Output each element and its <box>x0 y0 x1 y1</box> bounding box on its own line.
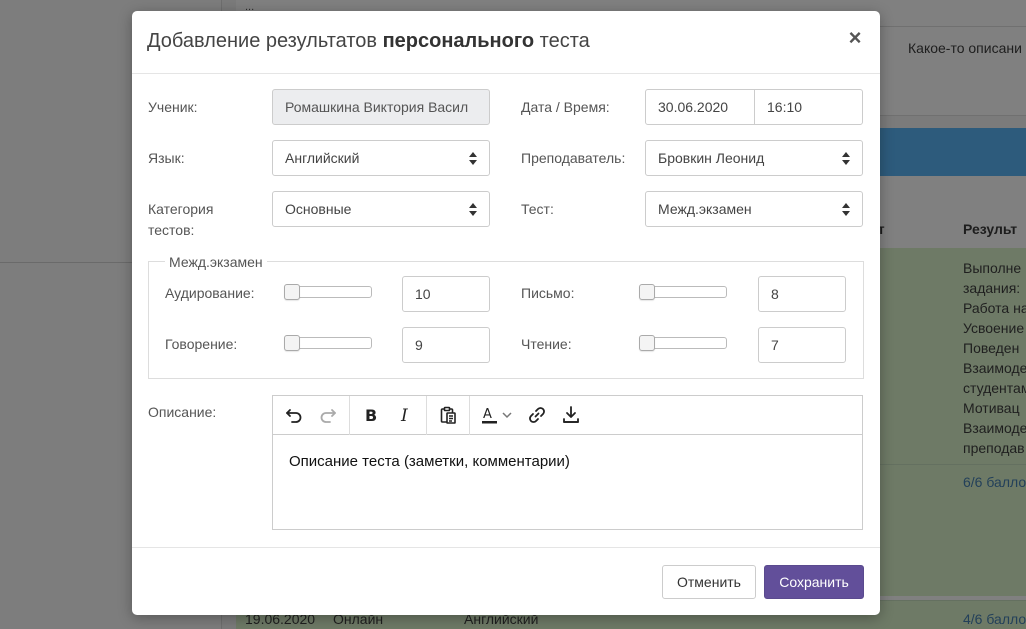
editor-toolbar: B I A <box>273 395 862 435</box>
results-cell: Выполне задания: Работа на Усвоение Пове… <box>963 258 1026 458</box>
student-field[interactable]: Ромашкина Виктория Васил <box>272 89 490 125</box>
paste-icon[interactable] <box>431 400 465 430</box>
toolbar-group-format: B I <box>350 395 427 435</box>
speaking-label: Говорение: <box>165 336 238 352</box>
cancel-button[interactable]: Отменить <box>662 565 756 599</box>
results-line: Взаимоде <box>963 360 1026 376</box>
scores-fieldset <box>148 261 864 379</box>
results-line: Поведен <box>963 340 1020 356</box>
title-prefix: Добавление результатов <box>147 30 383 52</box>
results-line: Работа на <box>963 300 1026 316</box>
results-line: задания: <box>963 280 1021 296</box>
test-select[interactable]: Межд.экзамен <box>645 191 863 227</box>
results-line: Выполне <box>963 260 1022 276</box>
language-select[interactable]: Английский <box>272 140 490 176</box>
bold-icon[interactable]: B <box>354 400 388 430</box>
results-line: Мотивац <box>963 400 1020 416</box>
language-label: Язык: <box>148 150 185 166</box>
listening-label: Аудирование: <box>165 285 255 301</box>
listening-score-input[interactable]: 10 <box>402 276 490 312</box>
reading-score-input[interactable]: 7 <box>758 327 846 363</box>
slider-thumb[interactable] <box>284 335 300 351</box>
redo-icon[interactable] <box>311 400 345 430</box>
italic-icon[interactable]: I <box>388 400 422 430</box>
test-label: Тест: <box>521 201 554 217</box>
svg-text:B: B <box>365 406 377 425</box>
description-label: Описание: <box>148 404 217 420</box>
title-suffix: теста <box>534 30 590 52</box>
results-line: Усвоение <box>963 320 1025 336</box>
download-icon[interactable] <box>554 400 588 430</box>
slider-thumb[interactable] <box>639 335 655 351</box>
writing-score-input[interactable]: 8 <box>758 276 846 312</box>
date-input[interactable]: 30.06.2020 <box>645 89 755 125</box>
toolbar-group-clipboard <box>427 395 470 435</box>
category-select[interactable]: Основные <box>272 191 490 227</box>
table-header-results: Результ <box>963 221 1018 237</box>
reading-label: Чтение: <box>521 336 572 352</box>
teacher-label: Преподаватель: <box>521 150 626 166</box>
time-input[interactable]: 16:10 <box>754 89 863 125</box>
close-icon[interactable]: × <box>846 27 864 49</box>
results-line: студентам <box>963 380 1026 396</box>
writing-slider[interactable] <box>639 284 727 300</box>
font-color-icon[interactable]: A <box>474 400 520 430</box>
link-icon[interactable] <box>520 400 554 430</box>
title-bold: персонального <box>382 30 535 52</box>
scores-legend: Межд.экзамен <box>165 253 267 271</box>
modal-header: Добавление результатов персонального тес… <box>132 11 880 74</box>
reading-slider[interactable] <box>639 335 727 351</box>
add-test-results-modal: Добавление результатов персонального тес… <box>132 11 880 615</box>
category-label: Категория тестов: <box>148 201 214 238</box>
results-line: преподав <box>963 440 1025 456</box>
card-description: Какое-то описани <box>908 40 1022 56</box>
results-line: Взаимоде <box>963 420 1026 436</box>
slider-thumb[interactable] <box>284 284 300 300</box>
modal-footer: Отменить Сохранить <box>132 547 880 615</box>
toolbar-group-history <box>273 395 350 435</box>
save-button[interactable]: Сохранить <box>764 565 864 599</box>
svg-text:A: A <box>483 407 492 422</box>
slider-thumb[interactable] <box>639 284 655 300</box>
editor-content[interactable]: Описание теста (заметки, комментарии) <box>273 435 862 488</box>
listening-slider[interactable] <box>284 284 372 300</box>
undo-icon[interactable] <box>277 400 311 430</box>
svg-text:I: I <box>400 406 408 425</box>
score-cell: 6/6 балло <box>963 474 1026 490</box>
toolbar-group-insert: A <box>470 396 592 435</box>
student-label: Ученик: <box>148 99 198 115</box>
score-cell: 4/6 балло <box>963 611 1026 627</box>
modal-title: Добавление результатов персонального тес… <box>147 30 590 53</box>
writing-label: Письмо: <box>521 285 575 301</box>
speaking-slider[interactable] <box>284 335 372 351</box>
datetime-label: Дата / Время: <box>521 99 610 115</box>
rich-text-editor: B I A Описание теста (заметки, комментар… <box>272 395 863 530</box>
speaking-score-input[interactable]: 9 <box>402 327 490 363</box>
teacher-select[interactable]: Бровкин Леонид <box>645 140 863 176</box>
